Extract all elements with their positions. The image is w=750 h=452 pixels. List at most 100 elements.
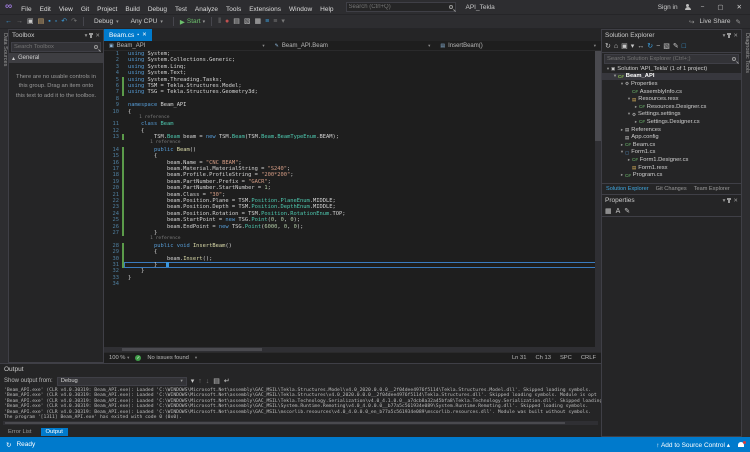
indent-indicator[interactable]: SPC (560, 355, 572, 361)
responsive-sync-icon[interactable]: ↻ (605, 43, 611, 50)
preview-selected-items-icon[interactable]: □ (682, 43, 686, 50)
line-number[interactable]: 34 (104, 281, 122, 287)
document-tab-beam-cs[interactable]: Beam.cs ▪ ✕ (104, 29, 152, 41)
tree-item[interactable]: ▸C#Resources.Designer.cs (602, 103, 741, 111)
pin-icon[interactable] (728, 33, 730, 38)
tree-item[interactable]: ▸C#Settings.Designer.cs (602, 118, 741, 126)
menu-tools[interactable]: Tools (222, 6, 245, 13)
menu-help[interactable]: Help (316, 6, 337, 13)
tree-item[interactable]: ▸C#Program.cs (602, 171, 741, 179)
close-icon[interactable]: ✕ (733, 198, 738, 204)
scrollbar-thumb[interactable] (122, 348, 262, 351)
line-indicator[interactable]: Ln 31 (512, 355, 527, 361)
chevron-down-icon[interactable]: ▾ (85, 33, 88, 39)
quick-search-box[interactable] (346, 2, 456, 12)
show-all-files-icon[interactable]: ▧ (663, 43, 670, 50)
menu-test[interactable]: Test (171, 6, 191, 13)
chevron-down-icon[interactable]: ▾ (723, 198, 726, 204)
breakpoints-window-icon[interactable]: ● (225, 18, 229, 25)
redo-icon[interactable]: ↷ (71, 18, 77, 25)
quick-search-input[interactable] (349, 4, 449, 10)
maximize-button[interactable]: ▢ (714, 3, 726, 11)
close-button[interactable]: ✕ (734, 3, 745, 11)
close-tab-icon[interactable]: ✕ (142, 32, 147, 38)
zoom-level-dropdown[interactable]: 100 % ▾ (109, 355, 129, 361)
menu-git[interactable]: Git (77, 6, 93, 13)
tree-item[interactable]: ▾⚙Properties (602, 80, 741, 88)
tree-item[interactable]: C#AssemblyInfo.cs (602, 88, 741, 96)
menu-analyze[interactable]: Analyze (191, 6, 222, 13)
word-wrap-icon[interactable]: ↵ (224, 378, 230, 385)
sign-in-link[interactable]: Sign in (658, 4, 678, 11)
comment-icon[interactable]: ≡ (265, 18, 269, 25)
chevron-down-icon[interactable]: ▾ (723, 33, 726, 39)
autohide-tab-diagnostic-tools[interactable]: Diagnostic Tools (742, 29, 750, 437)
home-icon[interactable]: ⌂ (614, 43, 618, 50)
property-pages-icon[interactable]: ✎ (624, 208, 630, 215)
menu-project[interactable]: Project (93, 6, 121, 13)
output-horizontal-scrollbar[interactable] (3, 421, 598, 425)
tree-item[interactable]: ▸C#Form1.Designer.cs (602, 156, 741, 164)
pin-icon[interactable] (728, 198, 730, 203)
alphabetical-icon[interactable]: A (616, 208, 621, 215)
tree-item[interactable]: ▾▢Form1.cs (602, 149, 741, 157)
save-icon[interactable]: ▪ (48, 18, 50, 25)
menu-view[interactable]: View (55, 6, 77, 13)
collapse-all-icon[interactable]: − (656, 43, 660, 50)
breadcrumb-project-dropdown[interactable]: ▣ Beam_API ▾ (104, 41, 270, 50)
clear-all-icon[interactable]: ▤ (213, 378, 220, 385)
open-file-icon[interactable]: ▤ (38, 18, 45, 25)
solution-explorer-search-box[interactable] (604, 54, 739, 64)
tree-item[interactable]: ▤Form1.resx (602, 164, 741, 172)
panel-tab-team-explorer[interactable]: Team Explorer (694, 186, 730, 192)
menu-build[interactable]: Build (121, 6, 143, 13)
switch-views-icon[interactable]: ▣ (621, 43, 628, 50)
breadcrumb-member-dropdown[interactable]: ▤ InsertBeam() ▾ (435, 41, 601, 50)
menu-debug[interactable]: Debug (144, 6, 171, 13)
new-project-icon[interactable]: ▣ (27, 18, 34, 25)
minimize-button[interactable]: − (698, 4, 708, 11)
tree-item[interactable]: ▸C#Beam.cs (602, 141, 741, 149)
uncomment-icon[interactable]: ≡ (273, 18, 277, 25)
bottom-tab-output[interactable]: Output (41, 428, 68, 436)
tree-item[interactable]: ▸▤References (602, 126, 741, 134)
tree-item[interactable]: ▾▣Solution 'API_Tekla' (1 of 1 project) (602, 65, 741, 73)
tree-item[interactable]: ▤App.config (602, 133, 741, 141)
goto-next-message-icon[interactable]: ↓ (206, 378, 210, 385)
panel-tab-solution-explorer[interactable]: Solution Explorer (606, 186, 649, 192)
solution-platform-dropdown[interactable]: Any CPU▾ (127, 17, 167, 26)
properties-icon[interactable]: ✎ (673, 43, 679, 50)
menu-edit[interactable]: Edit (36, 6, 55, 13)
notifications-bell-icon[interactable] (738, 442, 744, 447)
bookmark-icon[interactable]: ▾ (281, 18, 285, 25)
tree-item[interactable]: ▾C#Beam_API (602, 73, 741, 81)
issues-status[interactable]: No issues found (147, 355, 189, 361)
refresh-icon[interactable]: ↻ (647, 43, 653, 50)
break-all-icon[interactable]: ‖ (218, 18, 221, 25)
send-feedback-icon[interactable]: ✎ (736, 18, 741, 26)
command-window-icon[interactable]: ▧ (244, 18, 251, 25)
navigate-forward-icon[interactable]: → (16, 18, 23, 25)
panel-tab-git-changes[interactable]: Git Changes (656, 186, 687, 192)
undo-icon[interactable]: ↶ (61, 18, 67, 25)
code-editor[interactable]: 1using System;2using System.Collections.… (104, 51, 601, 347)
toolbox-search-input[interactable] (14, 44, 94, 50)
categorized-icon[interactable]: ▦ (605, 208, 612, 215)
menu-window[interactable]: Window (285, 6, 316, 13)
solution-explorer-search-input[interactable] (607, 56, 732, 62)
autohide-tab-data-sources[interactable]: Data Sources (0, 29, 8, 363)
tree-item[interactable]: ▾▤Resources.resx (602, 95, 741, 103)
user-avatar-icon[interactable] (685, 4, 691, 10)
immediate-window-icon[interactable]: ▤ (233, 18, 240, 25)
background-tasks-icon[interactable]: ↻ (6, 441, 11, 449)
navigate-back-icon[interactable]: ← (5, 18, 12, 25)
save-all-icon[interactable]: ▫ (55, 18, 57, 25)
menu-file[interactable]: File (17, 6, 35, 13)
watch-window-icon[interactable]: ▦ (255, 18, 262, 25)
close-icon[interactable]: ✕ (733, 33, 738, 39)
goto-previous-message-icon[interactable]: ↑ (198, 378, 202, 385)
menu-extensions[interactable]: Extensions (245, 6, 285, 13)
code-line[interactable]: 34 (104, 281, 601, 287)
toolbox-group-general[interactable]: ▴ General (9, 53, 103, 63)
output-log[interactable]: 'Beam_API.exe' (CLR v4.0.30319: Beam_API… (0, 387, 601, 420)
